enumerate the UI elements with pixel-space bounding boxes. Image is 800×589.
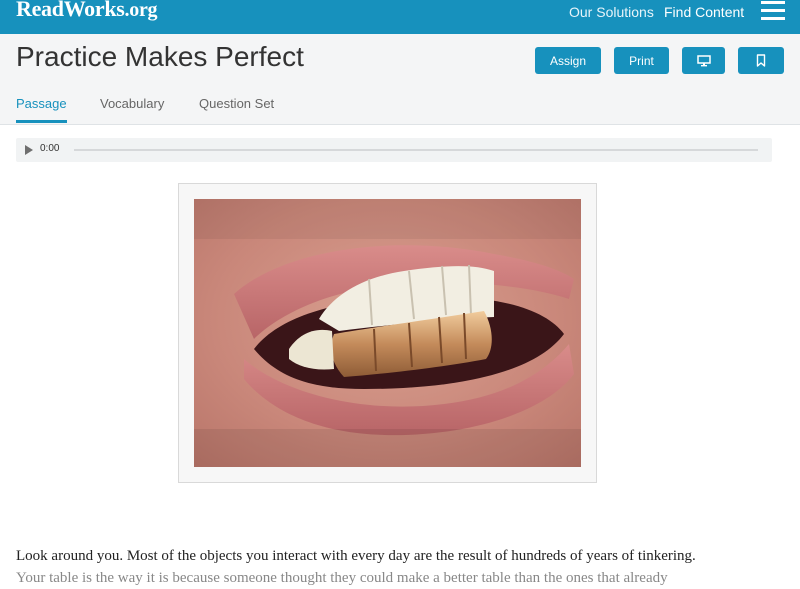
tab-passage[interactable]: Passage (16, 96, 67, 111)
passage-photo (194, 199, 581, 467)
hamburger-menu-icon[interactable] (761, 1, 785, 20)
present-button[interactable] (682, 47, 725, 74)
active-tab-indicator (16, 120, 67, 123)
readworks-logo[interactable]: ReadWorks.org (16, 0, 158, 22)
audio-time: 0:00 (40, 143, 60, 154)
tab-question-set[interactable]: Question Set (199, 96, 274, 111)
page-title: Practice Makes Perfect (16, 41, 304, 72)
passage-line: Look around you. Most of the objects you… (16, 548, 696, 564)
audio-progress-bar[interactable] (74, 149, 758, 151)
assign-button[interactable]: Assign (535, 47, 601, 74)
nav-our-solutions[interactable]: Our Solutions (569, 4, 654, 20)
bookmark-button[interactable] (738, 47, 784, 74)
article-header: Practice Makes Perfect Assign Print Pass… (0, 34, 800, 125)
top-navigation-bar: ReadWorks.org Our Solutions Find Content (0, 0, 800, 34)
tab-vocabulary[interactable]: Vocabulary (100, 96, 164, 111)
passage-line: Your table is the way it is because some… (16, 570, 668, 586)
passage-text: Look around you. Most of the objects you… (16, 545, 786, 589)
bookmark-icon (756, 54, 766, 67)
audio-player: 0:00 (16, 138, 772, 162)
monitor-icon (696, 54, 711, 66)
print-button[interactable]: Print (614, 47, 669, 74)
play-icon[interactable] (25, 145, 33, 155)
passage-image-frame (178, 183, 597, 483)
nav-find-content[interactable]: Find Content (664, 4, 744, 20)
